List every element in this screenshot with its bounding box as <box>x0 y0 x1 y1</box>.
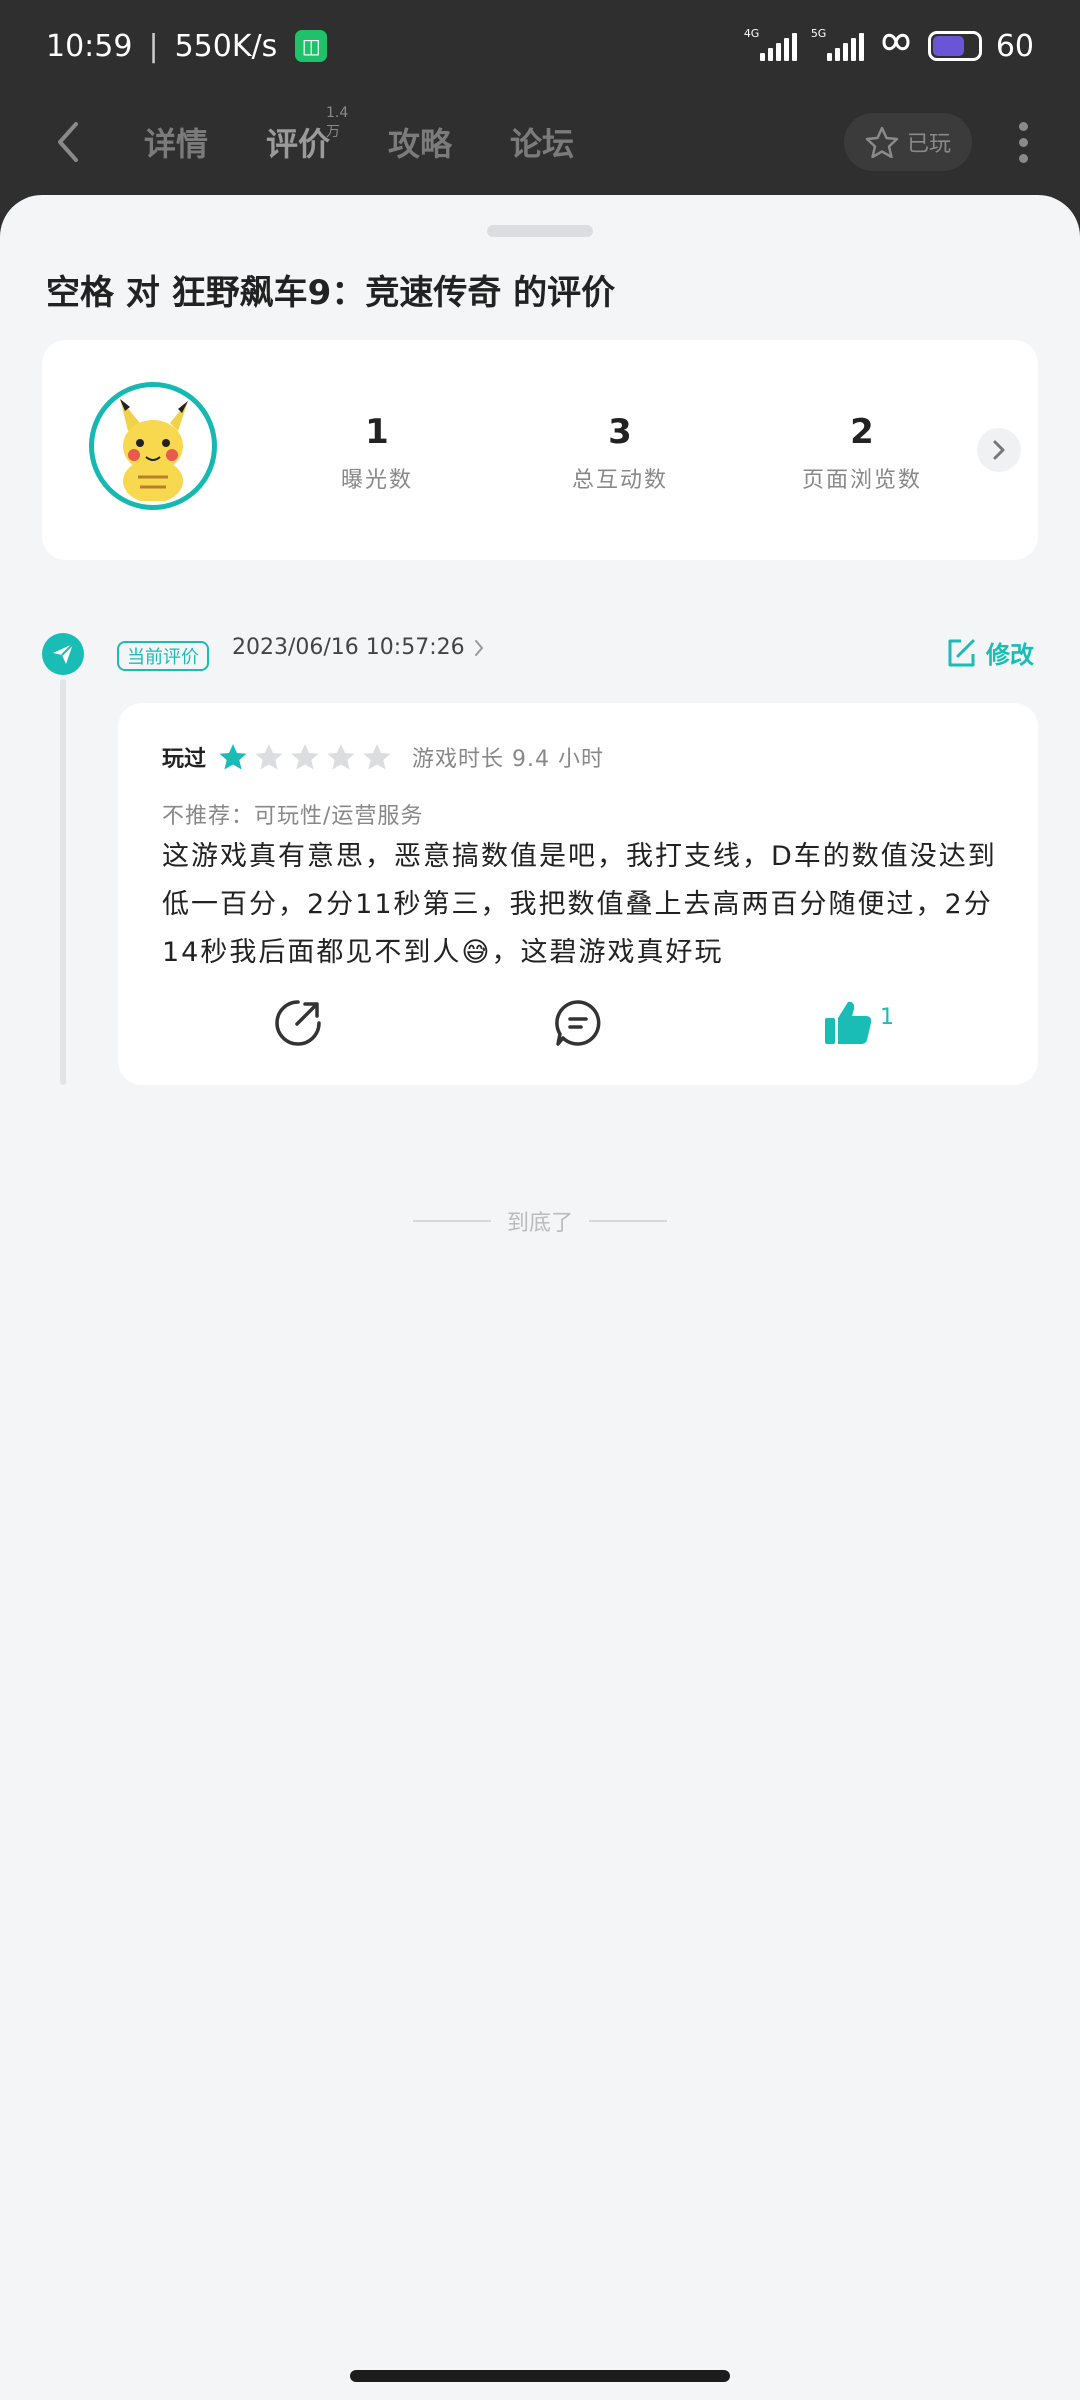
tab-reviews[interactable]: 评价 1.4万 <box>266 105 348 165</box>
timeline-send-icon <box>42 633 84 675</box>
playtime: 游戏时长 9.4 小时 <box>412 747 604 772</box>
star-outline-icon <box>865 126 899 158</box>
sheet-title: 空格 对 狂野飙车9：竞速传奇 的评价 <box>46 273 616 313</box>
divider <box>589 1220 667 1222</box>
comment-button[interactable] <box>548 993 608 1053</box>
more-menu-button[interactable] <box>1008 112 1038 172</box>
signal-icon: 4G <box>744 27 797 61</box>
home-indicator[interactable] <box>350 2370 730 2382</box>
app-notification-icon: ◫ <box>295 30 328 62</box>
share-icon <box>275 1000 321 1046</box>
chevron-right-icon <box>993 440 1005 460</box>
review-actions: 1 <box>118 993 1038 1053</box>
review-date-link[interactable]: 2023/06/16 10:57:26 <box>232 635 485 660</box>
tab-bar: 详情 评价 1.4万 攻略 论坛 <box>144 105 574 165</box>
more-dot <box>1018 137 1028 147</box>
review-content: 这游戏真有意思，恶意搞数值是吧，我打支线，D车的数值没达到低一百分，2分11秒第… <box>162 841 997 968</box>
back-button[interactable] <box>42 112 92 172</box>
stats-card[interactable]: 1 曝光数 3 总互动数 2 页面浏览数 <box>42 340 1038 560</box>
like-button[interactable] <box>818 993 878 1053</box>
star-empty-icon <box>291 744 319 770</box>
stats-detail-button[interactable] <box>977 428 1021 472</box>
like-count: 1 <box>880 1005 894 1030</box>
status-time: 10:59 <box>46 28 133 64</box>
edit-review-button[interactable]: 修改 <box>944 635 1034 670</box>
battery-level: 60 <box>995 28 1034 64</box>
stat-interactions: 3 总互动数 <box>571 412 668 493</box>
sheet-drag-handle[interactable] <box>487 225 593 237</box>
status-bar: 10:59 | 550K/s ◫ 4G 5G 60 <box>46 27 1034 65</box>
timeline-line <box>60 679 66 1085</box>
star-rating <box>218 742 392 772</box>
stat-exposure: 1 曝光数 <box>340 412 413 493</box>
pikachu-avatar-image <box>120 399 188 501</box>
divider <box>412 1220 491 1222</box>
signal-icon-2: 5G <box>811 27 864 61</box>
edit-icon <box>948 639 975 666</box>
played-tag: 玩过 <box>162 747 207 772</box>
more-dot <box>1018 153 1028 163</box>
chevron-left-icon <box>58 122 78 162</box>
more-dot <box>1018 121 1028 131</box>
star-filled-icon <box>219 744 247 770</box>
tab-guides[interactable]: 攻略 <box>388 119 452 165</box>
battery-icon <box>927 31 982 61</box>
tab-forum[interactable]: 论坛 <box>510 119 574 165</box>
star-empty-icon <box>363 744 391 770</box>
not-recommend-reason: 不推荐：可玩性/运营服务 <box>162 804 424 829</box>
review-count: 1.4万 <box>326 105 349 140</box>
review-sheet: 空格 对 狂野飙车9：竞速传奇 的评价 1 曝光数 3 总互动数 2 页面浏览数… <box>0 195 1080 2400</box>
star-empty-icon <box>255 744 283 770</box>
played-button[interactable]: 已玩 <box>844 113 972 171</box>
top-nav: 详情 评价 1.4万 攻略 论坛 已玩 <box>0 92 1080 192</box>
status-speed: 550K/s <box>174 28 278 64</box>
comment-icon <box>555 1000 601 1046</box>
end-of-list: 到底了 <box>0 1205 1080 1237</box>
current-review-badge: 当前评价 <box>117 641 209 671</box>
review-card[interactable]: 玩过 游戏时长 9.4 小时 不推荐：可玩性/运营服务 这游戏真有意思，恶意搞数… <box>118 703 1038 1085</box>
share-button[interactable] <box>268 993 328 1053</box>
avatar[interactable] <box>89 382 217 510</box>
thumbs-up-icon <box>825 1001 872 1044</box>
chevron-right-icon <box>474 639 483 656</box>
stat-page-views: 2 页面浏览数 <box>801 412 922 493</box>
star-empty-icon <box>327 744 355 770</box>
tab-details[interactable]: 详情 <box>144 119 208 165</box>
link-icon <box>878 27 914 65</box>
